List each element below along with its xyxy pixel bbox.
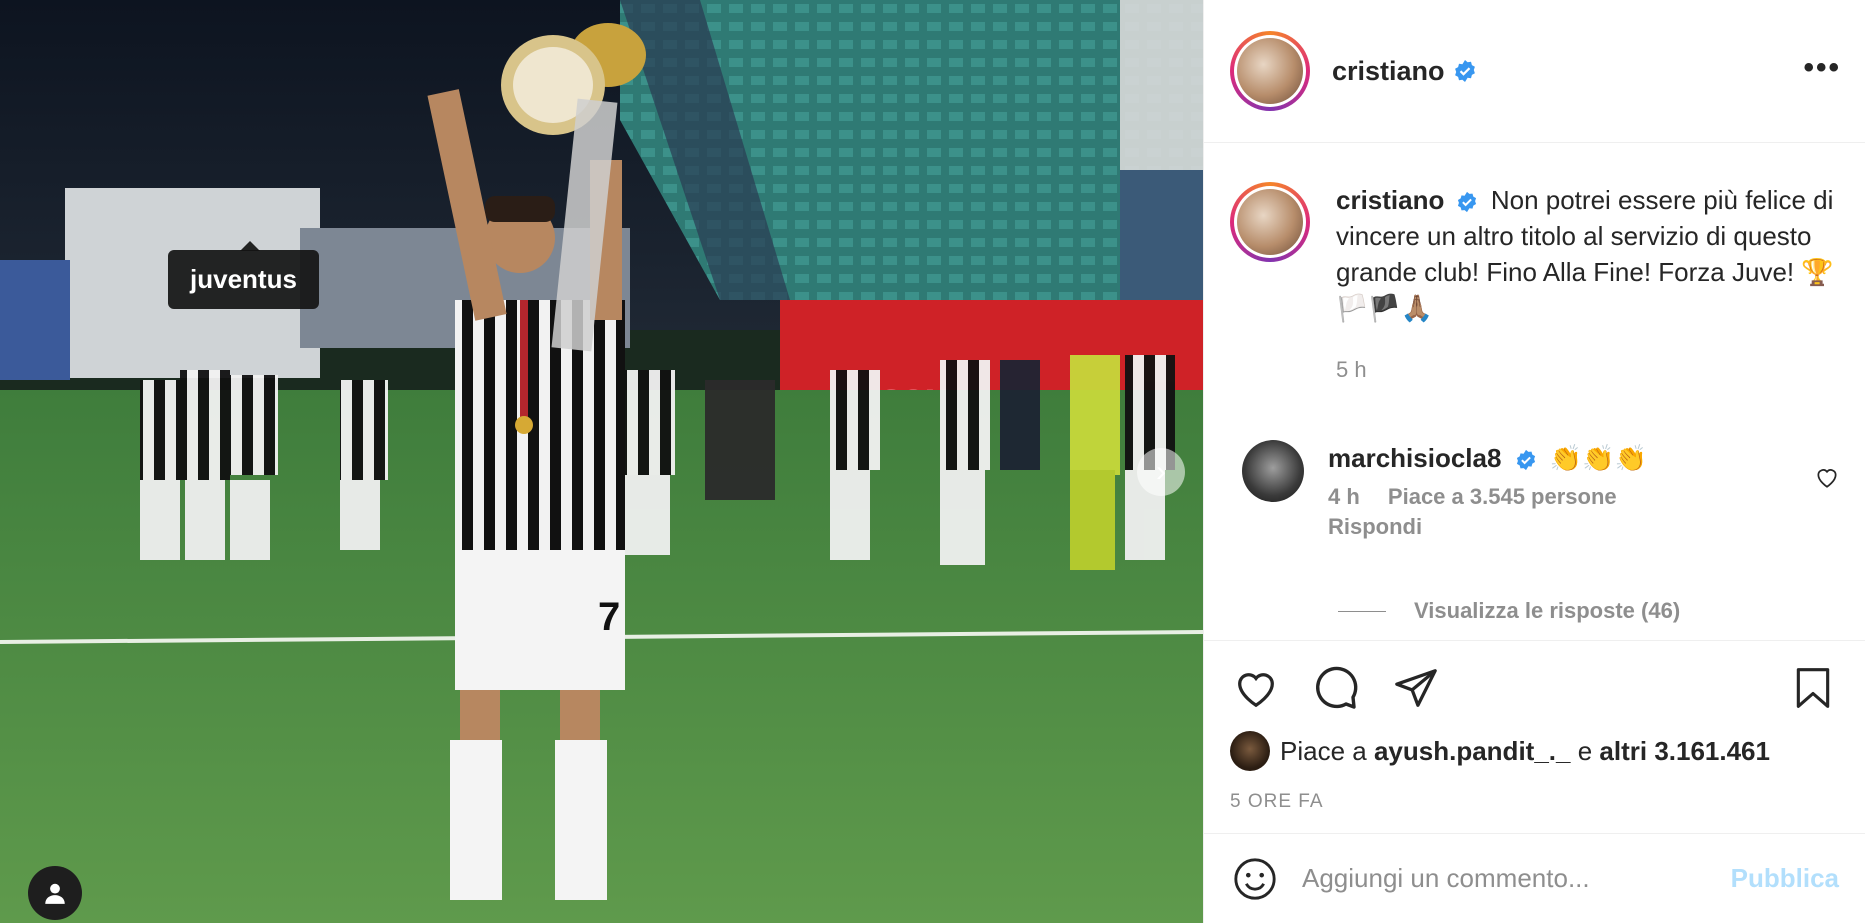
post-caption: cristiano Non potrei essere più felice d…: [1230, 182, 1856, 388]
commenter-avatar[interactable]: [1242, 440, 1304, 502]
share-button[interactable]: [1390, 663, 1442, 713]
commenter-username[interactable]: marchisiocla8: [1328, 443, 1501, 473]
reply-button[interactable]: Rispondi: [1328, 514, 1647, 540]
publish-button[interactable]: Pubblica: [1731, 863, 1839, 894]
comment-bubble-icon: [1316, 666, 1358, 709]
likes-prefix: Piace a: [1280, 735, 1367, 766]
next-photo-button[interactable]: ›: [1137, 448, 1185, 496]
emoji-button[interactable]: [1230, 854, 1280, 904]
likes-middle: e: [1577, 735, 1593, 766]
likes-others-count[interactable]: altri 3.161.461: [1599, 736, 1770, 767]
bookmark-icon: [1796, 668, 1830, 708]
photo-scene: COM: [0, 0, 1203, 923]
author-avatar[interactable]: [1230, 31, 1310, 111]
post-sidebar: cristiano ••• cristiano Non potrei esser…: [1203, 0, 1865, 923]
chevron-right-icon: ›: [1156, 455, 1166, 488]
caption-time[interactable]: 5 h: [1336, 352, 1856, 388]
liker-username[interactable]: ayush.pandit_._: [1374, 736, 1571, 767]
caption-author-avatar[interactable]: [1230, 182, 1310, 262]
instagram-post-view: COM: [0, 0, 1865, 923]
comment-item: marchisiocla8 👏👏👏 4 h Piace a 3.545 pers…: [1230, 440, 1840, 540]
comment-button[interactable]: [1310, 663, 1362, 713]
more-options-button[interactable]: •••: [1803, 53, 1841, 83]
post-timestamp[interactable]: 5 ORE FA: [1230, 791, 1839, 813]
comment-time[interactable]: 4 h: [1328, 484, 1360, 509]
view-replies-button[interactable]: Visualizza le risposte (46): [1338, 598, 1680, 624]
post-header: cristiano •••: [1204, 0, 1865, 143]
tagged-users-button[interactable]: [28, 866, 82, 920]
likes-summary[interactable]: Piace a ayush.pandit_._ e altri 3.161.46…: [1230, 731, 1839, 771]
view-replies-label: Visualizza le risposte (46): [1414, 598, 1681, 623]
verified-badge-icon: [1516, 450, 1535, 471]
person-icon: [45, 883, 65, 904]
caption-username[interactable]: cristiano: [1336, 185, 1444, 215]
paper-plane-icon: [1395, 669, 1437, 707]
like-button[interactable]: [1230, 663, 1282, 713]
comment-text: 👏👏👏: [1549, 443, 1648, 473]
heart-icon: [1238, 673, 1274, 708]
verified-badge-icon: [1457, 192, 1476, 213]
save-button[interactable]: [1787, 663, 1839, 713]
smiley-icon: [1234, 857, 1276, 900]
add-comment-bar: Pubblica: [1204, 833, 1865, 923]
comment-input[interactable]: [1302, 863, 1731, 894]
caption-text-block: cristiano Non potrei essere più felice d…: [1336, 182, 1856, 388]
svg-text:7: 7: [598, 595, 620, 639]
author-username[interactable]: cristiano: [1332, 56, 1445, 87]
post-actions: Piace a ayush.pandit_._ e altri 3.161.46…: [1204, 640, 1865, 813]
verified-badge-icon: [1454, 60, 1475, 82]
liker-avatar[interactable]: [1230, 731, 1270, 771]
replies-divider: [1338, 610, 1386, 612]
user-tag-tooltip[interactable]: juventus: [168, 241, 319, 309]
comments-section: cristiano Non potrei essere più felice d…: [1204, 144, 1865, 640]
comment-like-heart-icon[interactable]: [1814, 464, 1840, 490]
post-photo[interactable]: COM: [0, 0, 1203, 923]
comment-likes-count[interactable]: Piace a 3.545 persone: [1388, 484, 1617, 509]
